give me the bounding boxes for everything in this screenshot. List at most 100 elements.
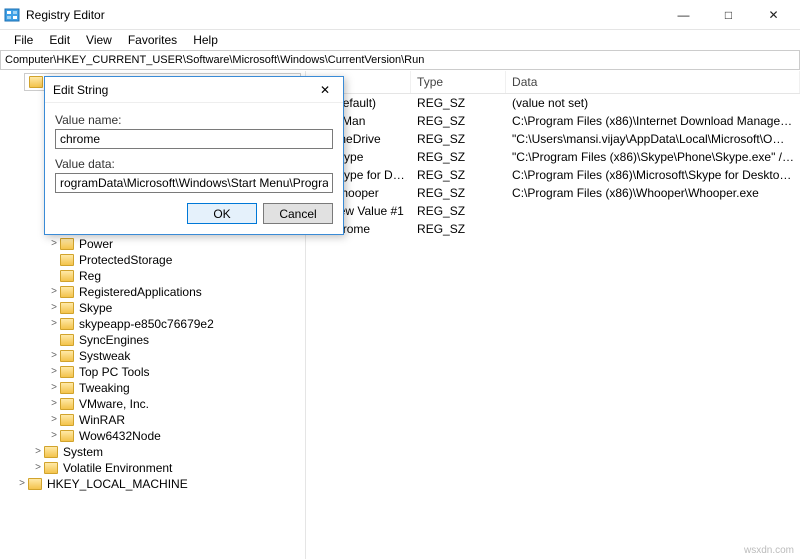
value-list: Name Type Data ab(Default)REG_SZ(value n… (306, 71, 800, 559)
chevron-right-icon[interactable]: > (48, 364, 60, 380)
list-item[interactable]: abWhooperREG_SZC:\Program Files (x86)\Wh… (306, 184, 800, 202)
maximize-button[interactable]: □ (706, 1, 751, 29)
tree-item[interactable]: > Wow6432Node (0, 428, 305, 444)
tree-label: Reg (77, 268, 103, 284)
tree-item[interactable]: > Power (0, 236, 305, 252)
dialog-title: Edit String (53, 83, 315, 97)
window-title: Registry Editor (26, 8, 661, 22)
chevron-right-icon[interactable]: > (32, 444, 44, 460)
dialog-close-icon[interactable]: ✕ (315, 83, 335, 97)
chevron-right-icon[interactable]: > (48, 348, 60, 364)
tree-item[interactable]: Reg (0, 268, 305, 284)
tree-label: SyncEngines (77, 332, 151, 348)
chevron-right-icon[interactable]: > (48, 316, 60, 332)
folder-icon (60, 318, 74, 330)
list-item[interactable]: abSkype for DesktopREG_SZC:\Program File… (306, 166, 800, 184)
menu-edit[interactable]: Edit (41, 31, 78, 49)
folder-icon (28, 478, 42, 490)
folder-icon (60, 254, 74, 266)
list-item[interactable]: abSkypeREG_SZ"C:\Program Files (x86)\Sky… (306, 148, 800, 166)
tree-item[interactable]: > Systweak (0, 348, 305, 364)
folder-icon (60, 302, 74, 314)
cancel-button[interactable]: Cancel (263, 203, 333, 224)
list-item[interactable]: abIDManREG_SZC:\Program Files (x86)\Inte… (306, 112, 800, 130)
list-item[interactable]: abNew Value #1REG_SZ (306, 202, 800, 220)
chevron-right-icon[interactable]: > (48, 284, 60, 300)
tree-item[interactable]: > HKEY_LOCAL_MACHINE (0, 476, 305, 492)
list-item[interactable]: abOneDriveREG_SZ"C:\Users\mansi.vijay\Ap… (306, 130, 800, 148)
titlebar: Registry Editor — □ ✕ (0, 0, 800, 30)
list-item[interactable]: abchromeREG_SZ (306, 220, 800, 238)
chevron-right-icon[interactable]: > (32, 460, 44, 476)
folder-icon (29, 76, 43, 88)
tree-label: RegisteredApplications (77, 284, 204, 300)
tree-item[interactable]: >Top PC Tools (0, 364, 305, 380)
value-data: "C:\Program Files (x86)\Skype\Phone\Skyp… (506, 150, 800, 164)
chevron-right-icon[interactable]: > (48, 412, 60, 428)
tree-item[interactable]: > Volatile Environment (0, 460, 305, 476)
close-button[interactable]: ✕ (751, 1, 796, 29)
tree-label: Systweak (77, 348, 132, 364)
list-header[interactable]: Name Type Data (306, 71, 800, 94)
chevron-right-icon[interactable]: > (16, 476, 28, 492)
chevron-right-icon[interactable]: > (48, 428, 60, 444)
chevron-right-icon[interactable]: > (48, 380, 60, 396)
folder-icon (60, 334, 74, 346)
value-type: REG_SZ (411, 96, 506, 110)
tree-item[interactable]: ProtectedStorage (0, 252, 305, 268)
folder-icon (44, 462, 58, 474)
tree-label: Volatile Environment (61, 460, 174, 476)
ok-button[interactable]: OK (187, 203, 257, 224)
value-data-label: Value data: (55, 157, 333, 171)
tree-item[interactable]: > RegisteredApplications (0, 284, 305, 300)
col-data[interactable]: Data (506, 71, 800, 93)
folder-icon (60, 430, 74, 442)
minimize-button[interactable]: — (661, 1, 706, 29)
menubar: File Edit View Favorites Help (0, 30, 800, 50)
tree-label: Power (77, 236, 115, 252)
regedit-app-icon (4, 7, 20, 23)
tree-label: WinRAR (77, 412, 127, 428)
tree-label: HKEY_LOCAL_MACHINE (45, 476, 190, 492)
dialog-titlebar[interactable]: Edit String ✕ (45, 77, 343, 103)
folder-icon (44, 446, 58, 458)
tree-label: ProtectedStorage (77, 252, 174, 268)
folder-icon (60, 398, 74, 410)
value-type: REG_SZ (411, 168, 506, 182)
value-data: C:\Program Files (x86)\Internet Download… (506, 114, 800, 128)
folder-icon (60, 270, 74, 282)
tree-label: Wow6432Node (77, 428, 163, 444)
value-data: C:\Program Files (x86)\Whooper\Whooper.e… (506, 186, 800, 200)
value-data-input[interactable] (55, 173, 333, 193)
tree-item[interactable]: > System (0, 444, 305, 460)
tree-item[interactable]: > Skype (0, 300, 305, 316)
chevron-right-icon[interactable]: > (48, 236, 60, 252)
tree-item[interactable]: >Tweaking (0, 380, 305, 396)
chevron-right-icon[interactable]: > (48, 300, 60, 316)
tree-item[interactable]: SyncEngines (0, 332, 305, 348)
folder-icon (60, 238, 74, 250)
tree-label: System (61, 444, 105, 460)
tree-item[interactable]: > VMware, Inc. (0, 396, 305, 412)
tree-label: skypeapp-e850c76679e2 (77, 316, 216, 332)
tree-item[interactable]: > WinRAR (0, 412, 305, 428)
menu-file[interactable]: File (6, 31, 41, 49)
list-item[interactable]: ab(Default)REG_SZ(value not set) (306, 94, 800, 112)
tree-label: VMware, Inc. (77, 396, 151, 412)
value-name-input[interactable] (55, 129, 333, 149)
folder-icon (60, 286, 74, 298)
tree-label: Skype (77, 300, 114, 316)
menu-help[interactable]: Help (185, 31, 226, 49)
tree-item[interactable]: > skypeapp-e850c76679e2 (0, 316, 305, 332)
watermark: wsxdn.com (744, 545, 794, 556)
value-data: "C:\Users\mansi.vijay\AppData\Local\Micr… (506, 132, 800, 146)
address-bar[interactable]: Computer\HKEY_CURRENT_USER\Software\Micr… (0, 50, 800, 70)
menu-view[interactable]: View (78, 31, 120, 49)
value-type: REG_SZ (411, 132, 506, 146)
folder-icon (60, 366, 74, 378)
value-type: REG_SZ (411, 222, 506, 236)
menu-favorites[interactable]: Favorites (120, 31, 185, 49)
value-data: (value not set) (506, 96, 800, 110)
chevron-right-icon[interactable]: > (48, 396, 60, 412)
col-type[interactable]: Type (411, 71, 506, 93)
